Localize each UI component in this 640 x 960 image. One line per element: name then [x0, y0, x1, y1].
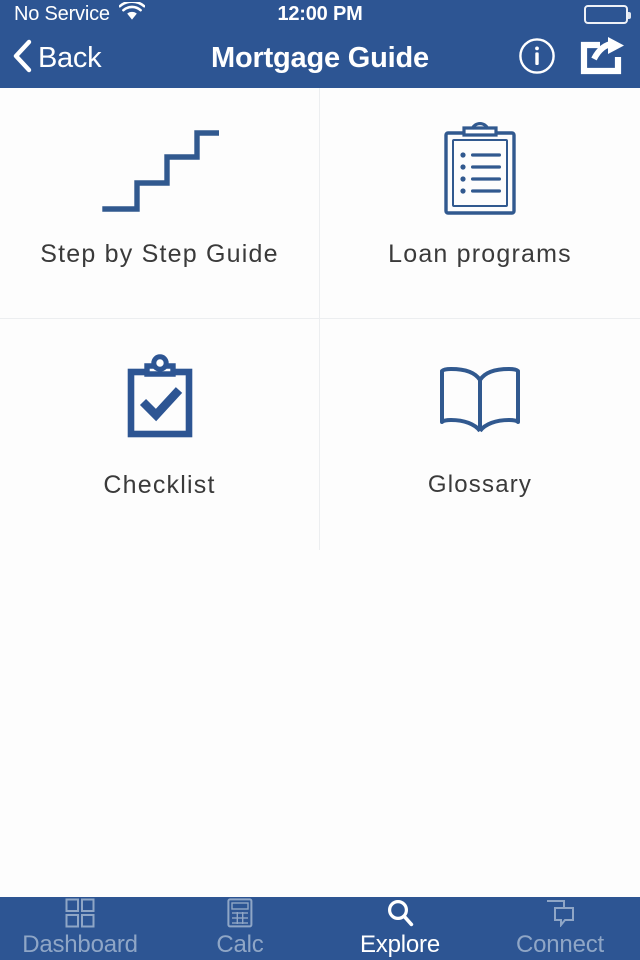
tab-label: Connect [516, 931, 604, 958]
info-circle-icon [518, 37, 556, 80]
grid-item-label: Step by Step Guide [40, 240, 279, 268]
tab-connect[interactable]: Connect [480, 897, 640, 960]
stairs-icon [101, 116, 219, 226]
calculator-icon [227, 898, 253, 928]
status-bar: No Service 12:00 PM [0, 0, 640, 28]
grid-item-loan-programs[interactable]: Loan programs [320, 88, 640, 319]
grid-item-label: Loan programs [388, 240, 572, 268]
status-bar-time: 12:00 PM [277, 2, 363, 25]
grid-item-glossary[interactable]: Glossary [320, 319, 640, 550]
tab-label: Explore [360, 931, 440, 958]
tab-dashboard[interactable]: Dashboard [0, 897, 160, 960]
tab-label: Dashboard [22, 931, 138, 958]
navigation-bar-actions [518, 28, 626, 88]
app-screen: No Service 12:00 PM Back Mortgage Guide … [0, 0, 640, 960]
tab-label: Calc [216, 931, 264, 958]
chat-bubbles-icon [545, 898, 575, 928]
search-icon [386, 898, 414, 928]
grid-item-step-by-step-guide[interactable]: Step by Step Guide [0, 88, 320, 319]
tab-calc[interactable]: Calc [160, 897, 320, 960]
share-button[interactable] [580, 36, 626, 80]
grid-item-label: Glossary [427, 471, 533, 498]
status-bar-right [584, 4, 631, 24]
grid-icon [65, 898, 95, 928]
navigation-bar: Back Mortgage Guide [0, 28, 640, 88]
tab-explore[interactable]: Explore [320, 897, 480, 960]
feature-grid: Step by Step Guide Loan programs Checkli… [0, 88, 640, 550]
clipboard-list-icon [434, 116, 526, 226]
clipboard-check-icon [117, 347, 203, 457]
grid-item-checklist[interactable]: Checklist [0, 319, 320, 550]
grid-item-label: Checklist [103, 471, 216, 499]
battery-icon [584, 4, 631, 24]
tab-bar: Dashboard Calc Explore Connect [0, 897, 640, 960]
open-book-icon [437, 347, 523, 457]
info-button[interactable] [518, 37, 556, 80]
share-icon [580, 36, 626, 80]
